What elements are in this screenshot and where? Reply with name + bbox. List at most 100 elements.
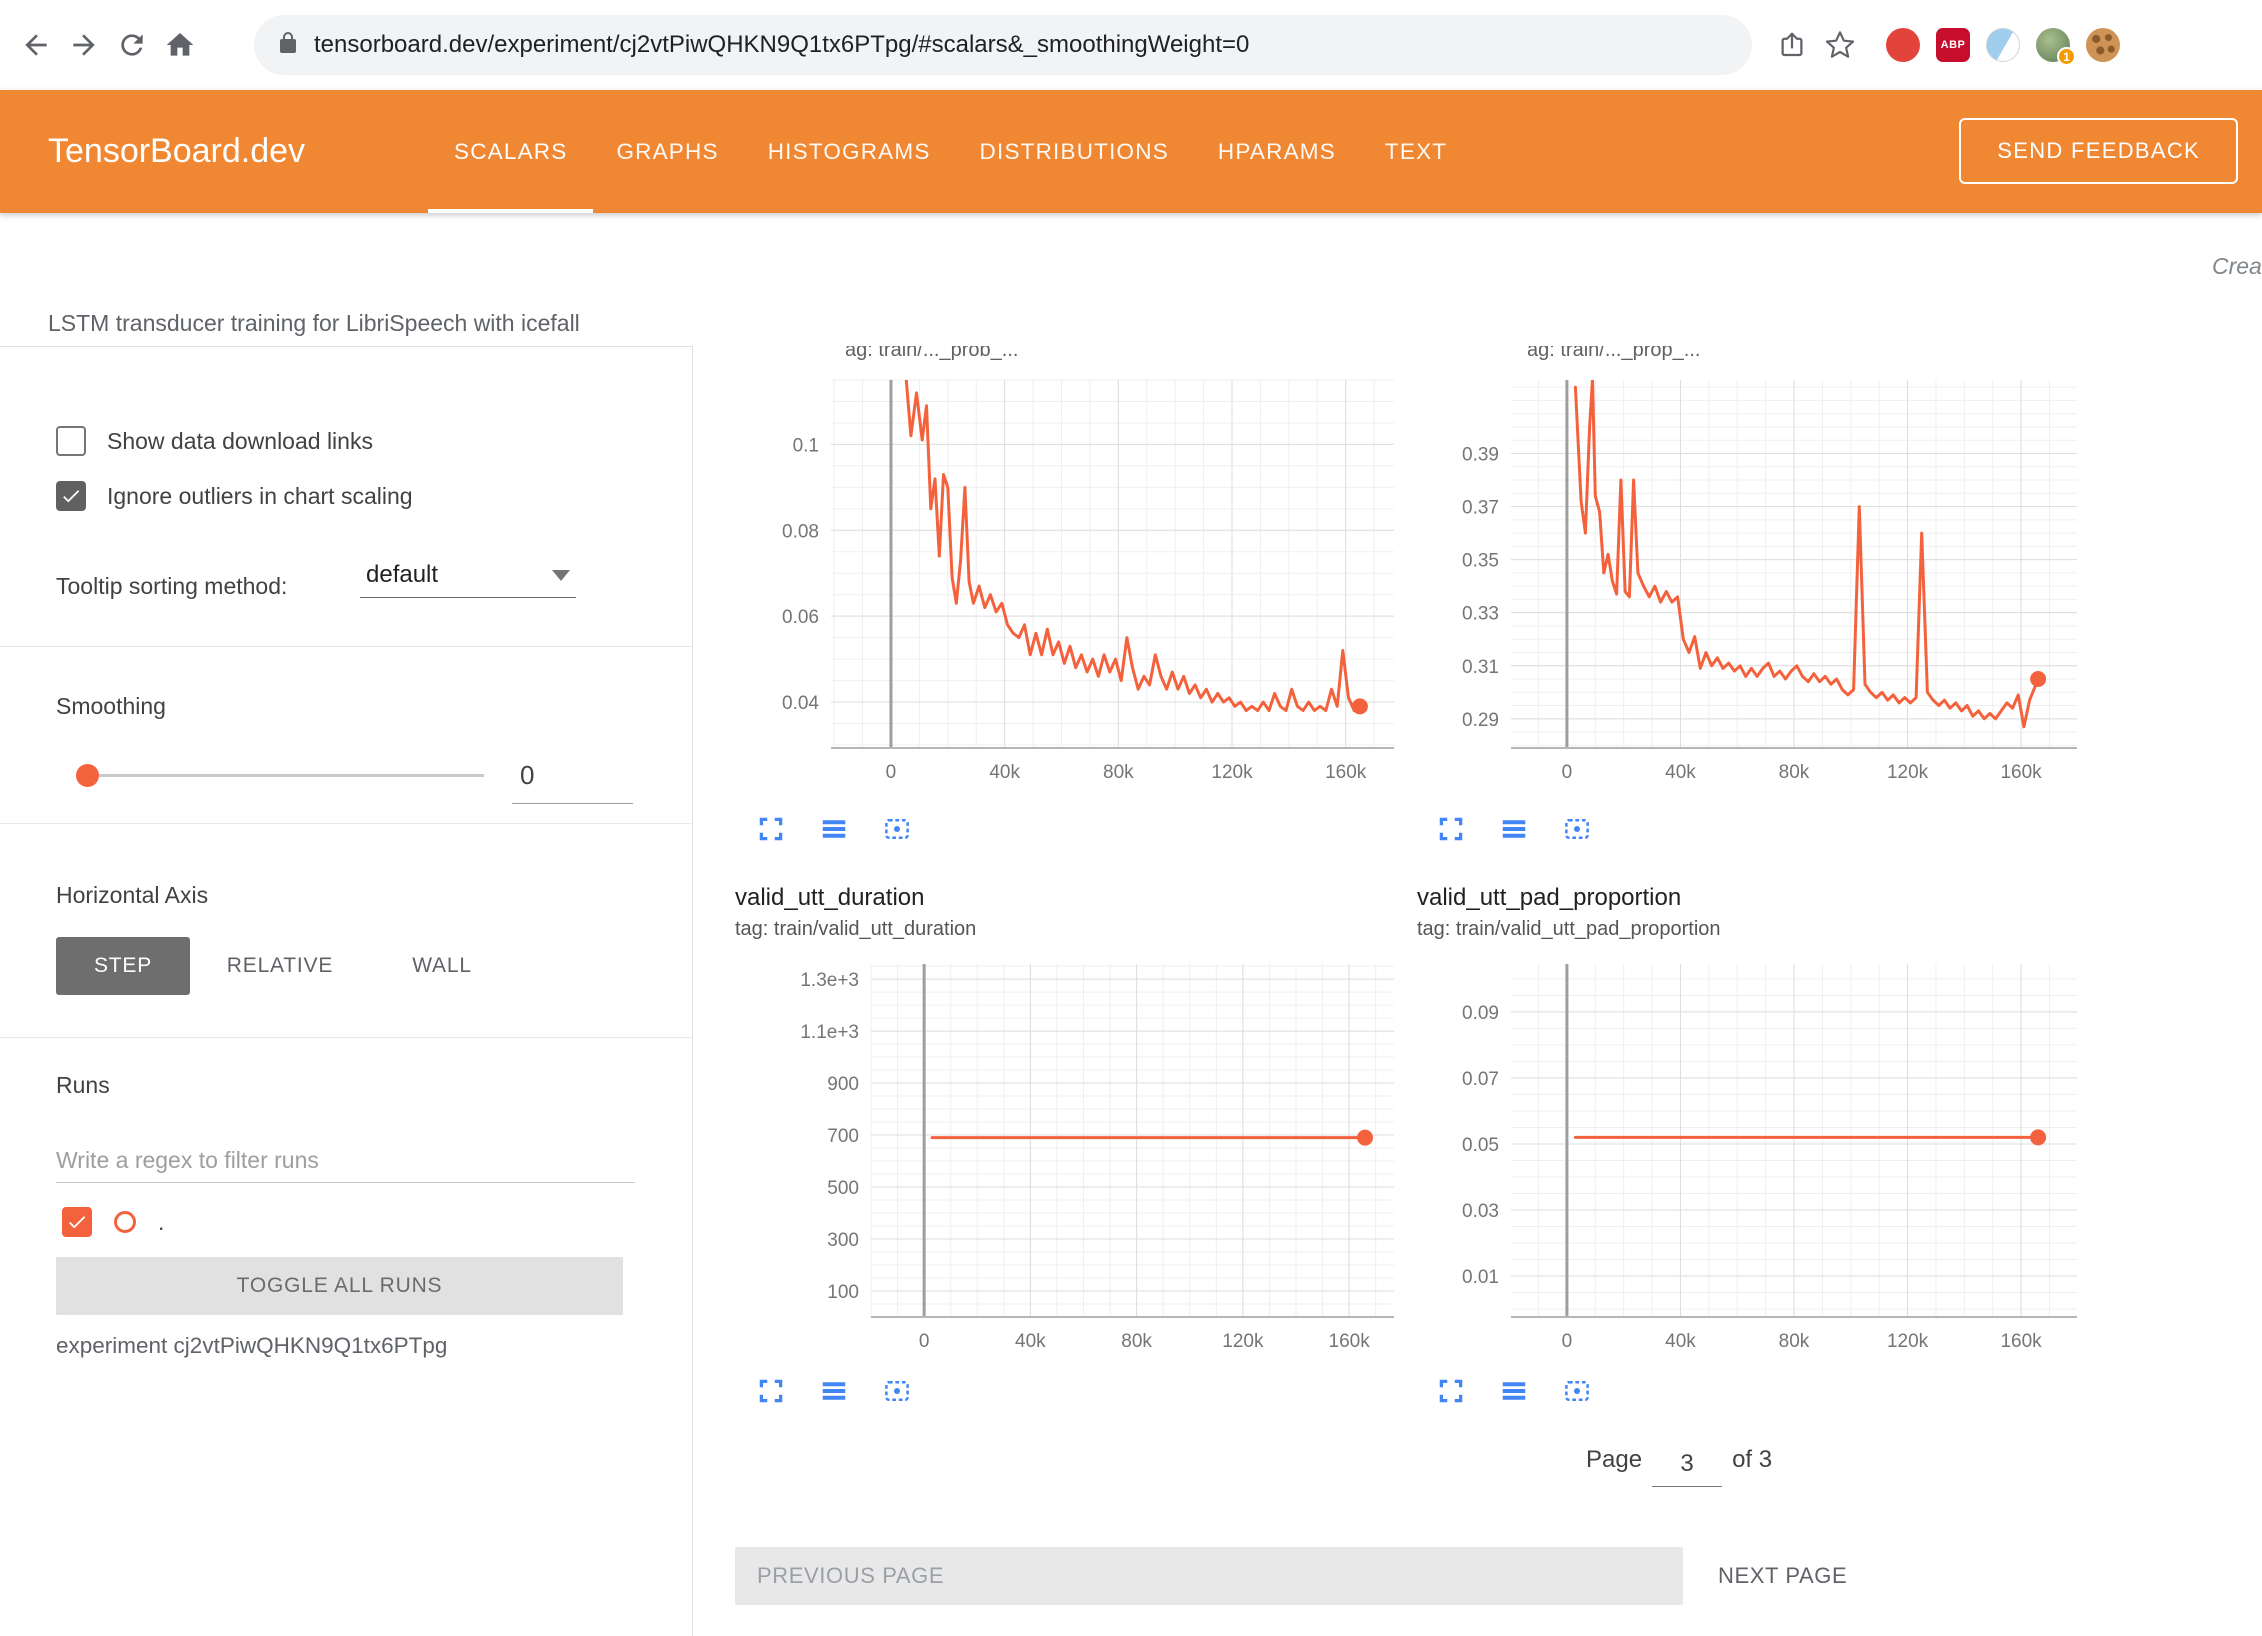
expand-chart-icon[interactable] [1436,1376,1466,1406]
chart-tag: tag: train/valid_utt_pad_proportion [1417,918,1721,941]
svg-text:0.33: 0.33 [1462,604,1499,625]
share-icon[interactable] [1774,27,1810,63]
svg-text:0.29: 0.29 [1462,710,1499,731]
chart-tag-partial: ag: train/..._prop_... [1527,346,1700,368]
runs-label: Runs [56,1072,110,1099]
cookie-extension-icon[interactable] [2086,28,2120,62]
tab-scalars[interactable]: SCALARS [454,90,567,213]
svg-text:0: 0 [1562,1331,1573,1352]
svg-text:80k: 80k [1121,1331,1152,1352]
svg-text:0.35: 0.35 [1462,551,1499,572]
chart-title: valid_utt_duration [735,884,924,912]
chart-toolbar [756,814,912,844]
experiment-description: LSTM transducer training for LibriSpeech… [48,310,580,337]
fit-domain-icon[interactable] [882,1376,912,1406]
chart-tag-partial: ag: train/..._prob_... [845,346,1018,368]
smoothing-slider-track[interactable] [87,774,484,777]
runs-selector-icon[interactable] [819,1376,849,1406]
svg-text:80k: 80k [1779,762,1810,783]
toggle-all-runs-button[interactable]: TOGGLE ALL RUNS [56,1257,623,1315]
runs-selector-icon[interactable] [819,814,849,844]
ignore-outliers-checkbox[interactable] [56,481,86,511]
bookmark-star-icon[interactable] [1822,27,1858,63]
experiment-id-label: experiment cj2vtPiwQHKN9Q1tx6PTpg [56,1333,447,1359]
axis-wall-button[interactable]: WALL [392,937,492,995]
forward-icon[interactable] [66,27,102,63]
tab-hparams[interactable]: HPARAMS [1218,90,1336,213]
run-color-swatch [114,1211,136,1233]
expand-chart-icon[interactable] [1436,814,1466,844]
svg-text:0: 0 [919,1331,930,1352]
tab-graphs[interactable]: GRAPHS [616,90,718,213]
page-number-input[interactable] [1652,1450,1722,1487]
tab-text[interactable]: TEXT [1385,90,1447,213]
expand-chart-icon[interactable] [756,814,786,844]
svg-text:40k: 40k [989,762,1020,783]
run-checkbox[interactable] [62,1207,92,1237]
abp-extension-icon[interactable]: ABP [1936,28,1970,62]
svg-text:700: 700 [827,1126,859,1147]
page-label: Page [1586,1446,1642,1474]
experiment-info-bar: Crea LSTM transducer training for LibriS… [0,213,2262,346]
fit-domain-icon[interactable] [882,814,912,844]
svg-text:120k: 120k [1211,762,1253,783]
svg-text:120k: 120k [1887,762,1929,783]
previous-page-button[interactable]: PREVIOUS PAGE [735,1547,1683,1605]
smoothing-value-input[interactable] [512,747,633,804]
scalar-chart[interactable]: 040k80k120k160k0.10.080.060.04 [735,374,1405,814]
fit-domain-icon[interactable] [1562,1376,1592,1406]
chart-toolbar [1436,1376,1592,1406]
chart-tag: tag: train/valid_utt_duration [735,918,976,941]
profile-avatar[interactable]: 1 [2036,28,2070,62]
svg-text:1.3e+3: 1.3e+3 [800,970,859,991]
pagination: Page of 3 [1586,1446,1772,1487]
svg-text:0.01: 0.01 [1462,1267,1499,1288]
svg-text:160k: 160k [2000,762,2042,783]
runs-selector-icon[interactable] [1499,1376,1529,1406]
axis-relative-button[interactable]: RELATIVE [204,937,356,995]
scalar-chart[interactable]: 040k80k120k160k1.3e+31.1e+39007005003001… [735,956,1405,1386]
tab-histograms[interactable]: HISTOGRAMS [768,90,931,213]
runs-selector-icon[interactable] [1499,814,1529,844]
tensorboard-header: TensorBoard.dev SCALARS GRAPHS HISTOGRAM… [0,90,2262,213]
chart-card: valid_utt_duration tag: train/valid_utt_… [735,884,1405,1404]
tooltip-sorting-value: default [366,561,438,589]
svg-text:40k: 40k [1665,762,1696,783]
reload-icon[interactable] [114,27,150,63]
smoothing-slider-thumb[interactable] [76,764,99,787]
svg-text:0.1: 0.1 [793,435,819,456]
brand-title: TensorBoard.dev [48,90,305,213]
svg-text:160k: 160k [2000,1331,2042,1352]
main-nav: SCALARS GRAPHS HISTOGRAMS DISTRIBUTIONS … [454,90,1447,213]
svg-text:500: 500 [827,1178,859,1199]
svg-text:100: 100 [827,1282,859,1303]
divider [0,823,693,824]
scalar-chart[interactable]: 040k80k120k160k0.090.070.050.030.01 [1417,956,2087,1386]
run-name: . [158,1209,164,1236]
chart-card: ag: train/..._prop_... 0 40k 80k 120k 160k 0.… [1417,346,2087,806]
url-text: tensorboard.dev/experiment/cj2vtPiwQHKN9… [314,31,1249,59]
show-download-links-checkbox[interactable] [56,426,86,456]
home-icon[interactable] [162,27,198,63]
svg-text:0: 0 [1562,762,1573,783]
back-icon[interactable] [18,27,54,63]
svg-text:0.06: 0.06 [782,607,819,628]
tab-distributions[interactable]: DISTRIBUTIONS [980,90,1169,213]
next-page-button[interactable]: NEXT PAGE [1718,1547,1847,1605]
chart-toolbar [1436,814,1592,844]
expand-chart-icon[interactable] [756,1376,786,1406]
address-bar[interactable]: tensorboard.dev/experiment/cj2vtPiwQHKN9… [254,15,1752,75]
axis-step-button[interactable]: STEP [56,937,190,995]
lock-icon [276,31,300,60]
chart-toolbar [756,1376,912,1406]
adblock-extension-icon[interactable] [1886,28,1920,62]
runs-filter-input[interactable] [56,1139,635,1183]
svg-text:0.09: 0.09 [1462,1003,1499,1024]
send-feedback-button[interactable]: SEND FEEDBACK [1959,118,2238,184]
scalar-chart[interactable]: 040k80k120k160k0.390.370.350.330.310.29 [1417,374,2087,814]
chart-card: valid_utt_pad_proportion tag: train/vali… [1417,884,2087,1404]
blue-extension-icon[interactable] [1986,28,2020,62]
svg-text:0: 0 [886,762,897,783]
tooltip-sorting-dropdown[interactable]: default [360,561,576,598]
fit-domain-icon[interactable] [1562,814,1592,844]
